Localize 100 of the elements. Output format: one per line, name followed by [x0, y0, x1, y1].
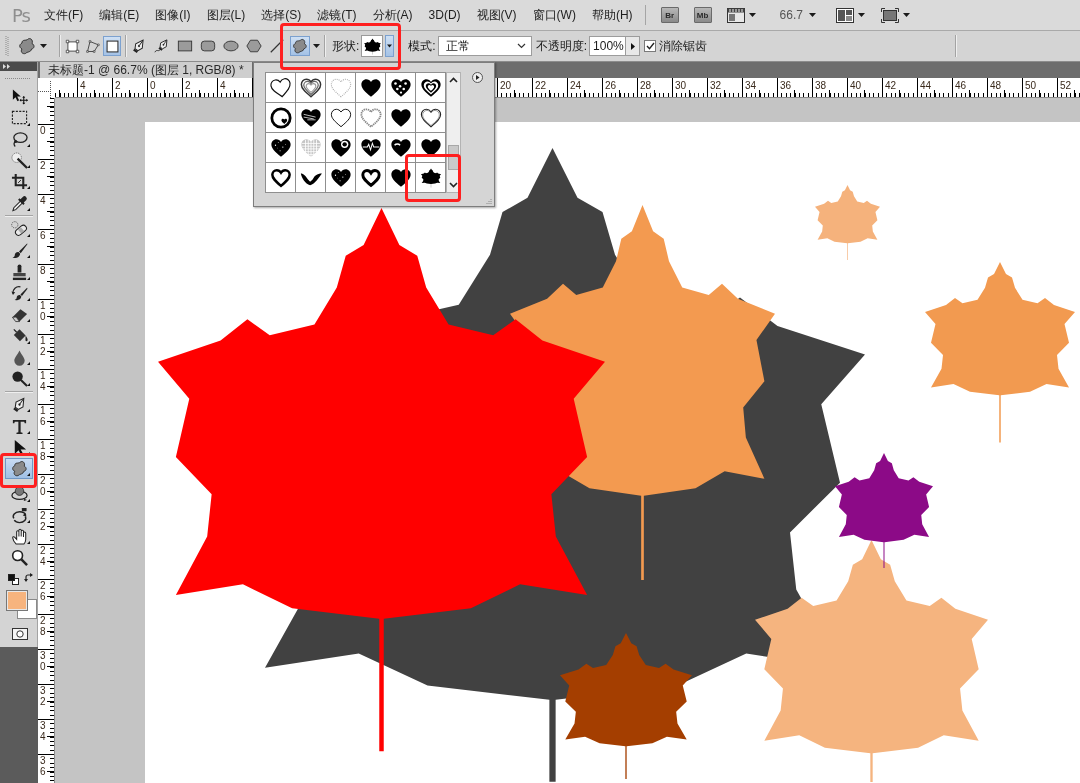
menu-item[interactable]: 窗口(W)	[532, 6, 576, 24]
ruler-label: 22	[40, 511, 47, 532]
anti-alias-checkbox[interactable]	[644, 40, 657, 52]
shape-swatch[interactable]	[361, 35, 384, 57]
custom-shape-icon	[10, 460, 28, 478]
heart-icon	[389, 106, 412, 129]
heart-outline-icon	[329, 106, 352, 129]
heart-streaked-icon	[299, 106, 322, 129]
heart-lace-icon	[359, 106, 382, 129]
default-colors-icon[interactable]	[8, 573, 19, 585]
crop-icon	[10, 173, 28, 191]
heart-pulse-icon	[359, 136, 382, 159]
paths-icon	[84, 38, 100, 54]
shape-tile[interactable]	[296, 73, 325, 102]
ruler-label: 38	[815, 80, 827, 91]
menu-item[interactable]: 3D(D)	[428, 8, 461, 22]
shape-tile[interactable]	[326, 73, 355, 102]
shape-tile[interactable]	[296, 103, 325, 132]
screen-mode-button[interactable]	[880, 7, 910, 23]
view-extras-button[interactable]	[726, 7, 756, 23]
menu-item[interactable]: 视图(V)	[476, 6, 517, 24]
grip-icon[interactable]	[5, 35, 9, 57]
shape-tile[interactable]	[356, 133, 385, 162]
menu-item[interactable]: 图层(L)	[206, 6, 246, 24]
shape-tile[interactable]	[416, 133, 445, 162]
collapse-icon[interactable]	[3, 64, 10, 69]
opacity-slider-button[interactable]	[625, 36, 641, 56]
resize-grip-icon[interactable]	[486, 198, 492, 204]
arrange-documents-button[interactable]	[835, 7, 865, 23]
ruler-label: 12	[40, 336, 47, 357]
shape-tile[interactable]	[296, 133, 325, 162]
launch-button[interactable]: Mb	[693, 7, 712, 23]
menu-item[interactable]: 滤镜(T)	[317, 6, 357, 24]
menu-item[interactable]: 图像(I)	[155, 6, 191, 24]
mode-dropdown[interactable]: 正常	[437, 36, 532, 56]
shape-tile[interactable]	[356, 163, 385, 192]
caret-down-icon	[808, 13, 816, 17]
ellipse-icon	[223, 38, 239, 54]
ruler-label: 20	[500, 80, 512, 91]
type-icon	[10, 417, 28, 435]
tool-preset-button[interactable]	[17, 37, 47, 55]
shape-tile[interactable]	[356, 73, 385, 102]
ruler-label: 42	[885, 80, 897, 91]
heart-frame-icon	[269, 166, 292, 189]
brush-icon	[10, 242, 28, 260]
caret-down-icon	[902, 13, 910, 17]
ruler-label: 24	[40, 546, 47, 567]
custom-shape-icon	[17, 37, 37, 55]
panel-grip-icon[interactable]	[5, 77, 31, 80]
anti-alias-label: 消除锯齿	[659, 37, 708, 55]
ruler-label: 28	[640, 80, 652, 91]
panel-menu-button[interactable]	[472, 72, 483, 83]
shape-tile[interactable]	[356, 103, 385, 132]
path-mode-button[interactable]	[103, 36, 121, 56]
scroll-down-icon[interactable]	[449, 182, 458, 188]
ruler-label: 10	[40, 301, 47, 322]
swap-arrows-icon[interactable]	[24, 572, 34, 583]
ruler-label: 24	[570, 80, 582, 91]
shape-tile[interactable]	[266, 73, 295, 102]
shape-tile[interactable]	[266, 133, 295, 162]
scrollbar-thumb[interactable]	[448, 145, 459, 170]
shape-tile[interactable]	[416, 163, 445, 192]
marquee-icon	[10, 109, 28, 127]
ruler-label: 30	[675, 80, 687, 91]
shape-tool-button[interactable]	[290, 36, 310, 56]
shape-tile[interactable]	[386, 73, 415, 102]
hand-icon	[10, 528, 28, 546]
launch-button[interactable]: Br	[660, 7, 679, 23]
ruler-label: 26	[605, 80, 617, 91]
shape-tile[interactable]	[386, 133, 415, 162]
opacity-field[interactable]: 100%	[589, 36, 626, 56]
maple-leaf-icon	[363, 37, 381, 55]
square-icon	[104, 38, 120, 54]
shape-tile[interactable]	[266, 163, 295, 192]
ruler-label: 48	[990, 80, 1002, 91]
zoom-level-dropdown[interactable]: 66.7	[779, 8, 816, 22]
shape-tile[interactable]	[296, 163, 325, 192]
shape-tile[interactable]	[416, 103, 445, 132]
heart-icon	[359, 76, 382, 99]
shape-tile[interactable]	[416, 73, 445, 102]
scroll-up-icon[interactable]	[449, 77, 458, 83]
quick-mask-icon[interactable]	[12, 627, 28, 640]
menu-item[interactable]: 文件(F)	[43, 6, 84, 24]
ruler-label: 0	[150, 80, 156, 91]
shape-tile[interactable]	[386, 163, 415, 192]
shape-tile[interactable]	[386, 103, 415, 132]
menu-item[interactable]: 帮助(H)	[591, 6, 633, 24]
menu-item[interactable]: 选择(S)	[261, 6, 302, 24]
ruler-label: 22	[535, 80, 547, 91]
foreground-color-swatch[interactable]	[7, 590, 27, 610]
shape-tile[interactable]	[326, 133, 355, 162]
shape-tile[interactable]	[326, 163, 355, 192]
menu-item[interactable]: 分析(A)	[372, 6, 413, 24]
menu-item[interactable]: 编辑(E)	[99, 6, 140, 24]
heart-icon	[389, 166, 412, 189]
vertical-ruler[interactable]: 0 2 4 6 8 10 12 14 16 18 20 22 24 26 28 30 32 34 36	[38, 98, 55, 783]
shape-tile[interactable]	[266, 103, 295, 132]
ruler-label: 44	[920, 80, 932, 91]
shape-tile[interactable]	[326, 103, 355, 132]
document-tab[interactable]: 未标题-1 @ 66.7% (图层 1, RGB/8) *	[40, 62, 252, 78]
